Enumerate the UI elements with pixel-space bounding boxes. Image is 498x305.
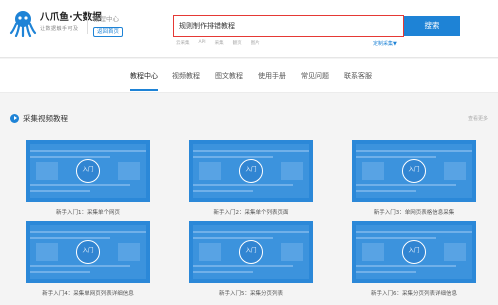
site-header: 八爪鱼·大数据 让数据触手可及 教程中心 返回首页 搜索 云采集 API 采集 …	[0, 0, 498, 58]
nav-faq[interactable]: 常见问题	[301, 71, 329, 81]
nav-text-tutorials[interactable]: 图文教程	[215, 71, 243, 81]
thumbnail-line	[193, 156, 273, 158]
thumbnail-block	[444, 162, 466, 180]
custom-collect-dropdown[interactable]: 定制采集▼	[373, 40, 397, 47]
thumbnail-block	[199, 162, 221, 180]
octopus-logo-icon[interactable]	[9, 9, 37, 37]
video-card[interactable]: 入门 新手入门4：采集单网页列表详细信息	[26, 221, 150, 297]
section-title: 采集视频教程	[23, 114, 68, 123]
thumbnail-line	[30, 231, 146, 233]
main-nav: 教程中心 视频教程 图文教程 使用手册 常见问题 联系客服	[0, 59, 498, 93]
thumbnail-line	[193, 231, 309, 233]
thumbnail-line	[30, 271, 90, 273]
video-card[interactable]: 入门 新手入门3：单网页表格信息采集	[352, 140, 476, 216]
thumbnail-block	[36, 162, 58, 180]
video-card[interactable]: 入门 新手入门6：采集分页列表详细信息	[352, 221, 476, 297]
video-caption[interactable]: 新手入门2：采集单个列表页面	[189, 208, 313, 216]
thumbnail-line	[356, 156, 436, 158]
video-thumbnail[interactable]: 入门	[26, 221, 150, 283]
play-button[interactable]: 入门	[76, 159, 100, 183]
nav-tutorial-center[interactable]: 教程中心	[130, 71, 158, 81]
search-button[interactable]: 搜索	[404, 16, 460, 36]
hot-word[interactable]: 采集	[215, 40, 224, 46]
thumbnail-line	[30, 184, 130, 186]
thumbnail-line	[356, 237, 436, 239]
thumbnail-line	[356, 265, 456, 267]
logo-slogan: 让数据触手可及	[40, 26, 79, 32]
thumbnail-block	[362, 243, 384, 261]
thumbnail-line	[356, 231, 472, 233]
search-input[interactable]	[176, 18, 400, 33]
thumbnail-line	[30, 265, 130, 267]
thumbnail-line	[193, 237, 273, 239]
video-thumbnail[interactable]: 入门	[189, 140, 313, 202]
thumbnail-block	[118, 162, 140, 180]
hot-word[interactable]: 翻页	[233, 40, 242, 46]
logo-divider	[87, 12, 88, 34]
thumbnail-line	[193, 271, 253, 273]
play-button[interactable]: 入门	[239, 240, 263, 264]
thumbnail-line	[193, 265, 293, 267]
nav-video-tutorials[interactable]: 视频教程	[172, 71, 200, 81]
thumbnail-line	[356, 184, 456, 186]
thumbnail-line	[30, 150, 146, 152]
video-card[interactable]: 入门 新手入门1：采集单个网页	[26, 140, 150, 216]
video-card[interactable]: 入门 新手入门2：采集单个列表页面	[189, 140, 313, 216]
play-button[interactable]: 入门	[402, 240, 426, 264]
video-caption[interactable]: 新手入门3：单网页表格信息采集	[352, 208, 476, 216]
play-button[interactable]: 入门	[239, 159, 263, 183]
thumbnail-line	[356, 190, 416, 192]
video-caption[interactable]: 新手入门5：采集分页列表	[189, 289, 313, 297]
thumbnail-line	[193, 150, 309, 152]
thumbnail-block	[36, 243, 58, 261]
search-box	[173, 15, 404, 37]
video-caption[interactable]: 新手入门6：采集分页列表详细信息	[352, 289, 476, 297]
thumbnail-line	[193, 190, 253, 192]
video-thumbnail[interactable]: 入门	[352, 140, 476, 202]
thumbnail-block	[362, 162, 384, 180]
sub-site-title: 教程中心	[93, 15, 119, 23]
video-caption[interactable]: 新手入门1：采集单个网页	[26, 208, 150, 216]
view-more-link[interactable]: 查看更多	[468, 115, 488, 122]
video-card[interactable]: 入门 新手入门5：采集分页列表	[189, 221, 313, 297]
thumbnail-block	[281, 243, 303, 261]
thumbnail-line	[30, 156, 110, 158]
hot-word[interactable]: 云采集	[176, 40, 190, 46]
video-thumbnail[interactable]: 入门	[352, 221, 476, 283]
hot-word[interactable]: API	[199, 40, 206, 46]
video-thumbnail[interactable]: 入门	[189, 221, 313, 283]
section-header: 采集视频教程	[10, 113, 68, 124]
nav-customer-service[interactable]: 联系客服	[344, 71, 372, 81]
thumbnail-block	[118, 243, 140, 261]
hot-word[interactable]: 图片	[251, 40, 260, 46]
thumbnail-line	[356, 271, 416, 273]
thumbnail-block	[199, 243, 221, 261]
video-thumbnail[interactable]: 入门	[26, 140, 150, 202]
play-circle-icon	[10, 114, 19, 123]
hot-search-words: 云采集 API 采集 翻页 图片	[176, 40, 260, 46]
thumbnail-line	[193, 184, 293, 186]
thumbnail-block	[281, 162, 303, 180]
play-button[interactable]: 入门	[76, 240, 100, 264]
video-caption[interactable]: 新手入门4：采集单网页列表详细信息	[26, 289, 150, 297]
back-home-button[interactable]: 返回首页	[93, 27, 124, 37]
thumbnail-line	[356, 150, 472, 152]
thumbnail-line	[30, 237, 110, 239]
thumbnail-line	[30, 190, 90, 192]
play-button[interactable]: 入门	[402, 159, 426, 183]
nav-user-manual[interactable]: 使用手册	[258, 71, 286, 81]
thumbnail-block	[444, 243, 466, 261]
nav-active-indicator	[130, 89, 158, 91]
